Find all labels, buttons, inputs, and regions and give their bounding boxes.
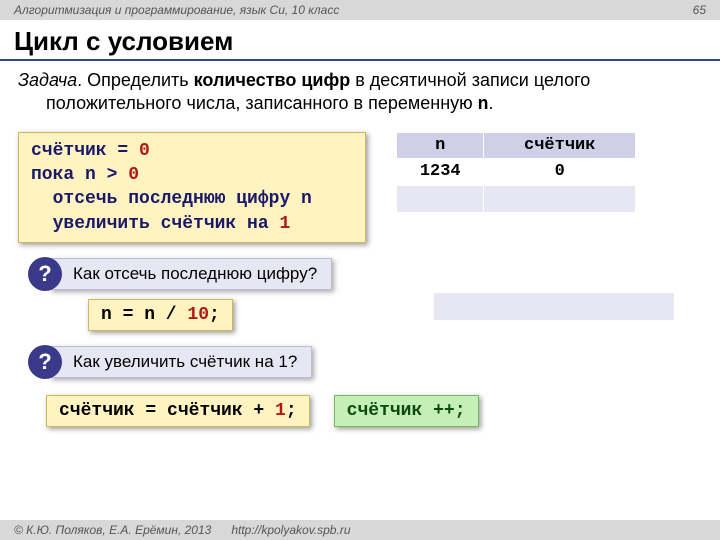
task-bold: количество цифр: [194, 70, 351, 90]
task-text: Задача. Определить количество цифр в дес…: [18, 69, 702, 118]
question-1: ? Как отсечь последнюю цифру?: [28, 257, 702, 291]
content-area: Задача. Определить количество цифр в дес…: [0, 61, 720, 427]
table-row: [397, 185, 636, 212]
trace-table: n счётчик 1234 0: [396, 132, 636, 240]
col-n: n: [397, 132, 484, 158]
task-label: Задача: [18, 70, 77, 90]
table-row: 1234 0: [397, 158, 636, 185]
slide-title: Цикл с условием: [0, 20, 720, 61]
answers-row: счётчик = счётчик + 1; счётчик ++;: [46, 395, 702, 427]
course-label: Алгоритмизация и программирование, язык …: [14, 3, 339, 17]
question-2: ? Как увеличить счётчик на 1?: [28, 345, 702, 379]
question-2-text: Как увеличить счётчик на 1?: [50, 346, 312, 378]
code-answer-1: n = n / 10;: [88, 299, 233, 331]
col-counter: счётчик: [484, 132, 636, 158]
question-mark-icon: ?: [28, 257, 62, 291]
copyright: © К.Ю. Поляков, Е.А. Ерёмин, 2013: [14, 523, 211, 537]
code-answer-2b: счётчик ++;: [334, 395, 479, 427]
task-var: n: [478, 95, 489, 115]
footer-url: http://kpolyakov.spb.ru: [231, 523, 350, 537]
pseudocode-block: счётчик = 0 пока n > 0 отсечь последнюю …: [18, 132, 366, 243]
row-code-and-table: счётчик = 0 пока n > 0 отсечь последнюю …: [18, 132, 702, 243]
question-1-text: Как отсечь последнюю цифру?: [50, 258, 332, 290]
page-number: 65: [693, 3, 706, 17]
extra-trace-cell: [434, 293, 674, 320]
footer-band: © К.Ю. Поляков, Е.А. Ерёмин, 2013 http:/…: [0, 520, 720, 540]
table-row: [397, 212, 636, 239]
header-band: Алгоритмизация и программирование, язык …: [0, 0, 720, 20]
question-mark-icon: ?: [28, 345, 62, 379]
code-answer-2a: счётчик = счётчик + 1;: [46, 395, 310, 427]
table-header-row: n счётчик: [397, 132, 636, 158]
